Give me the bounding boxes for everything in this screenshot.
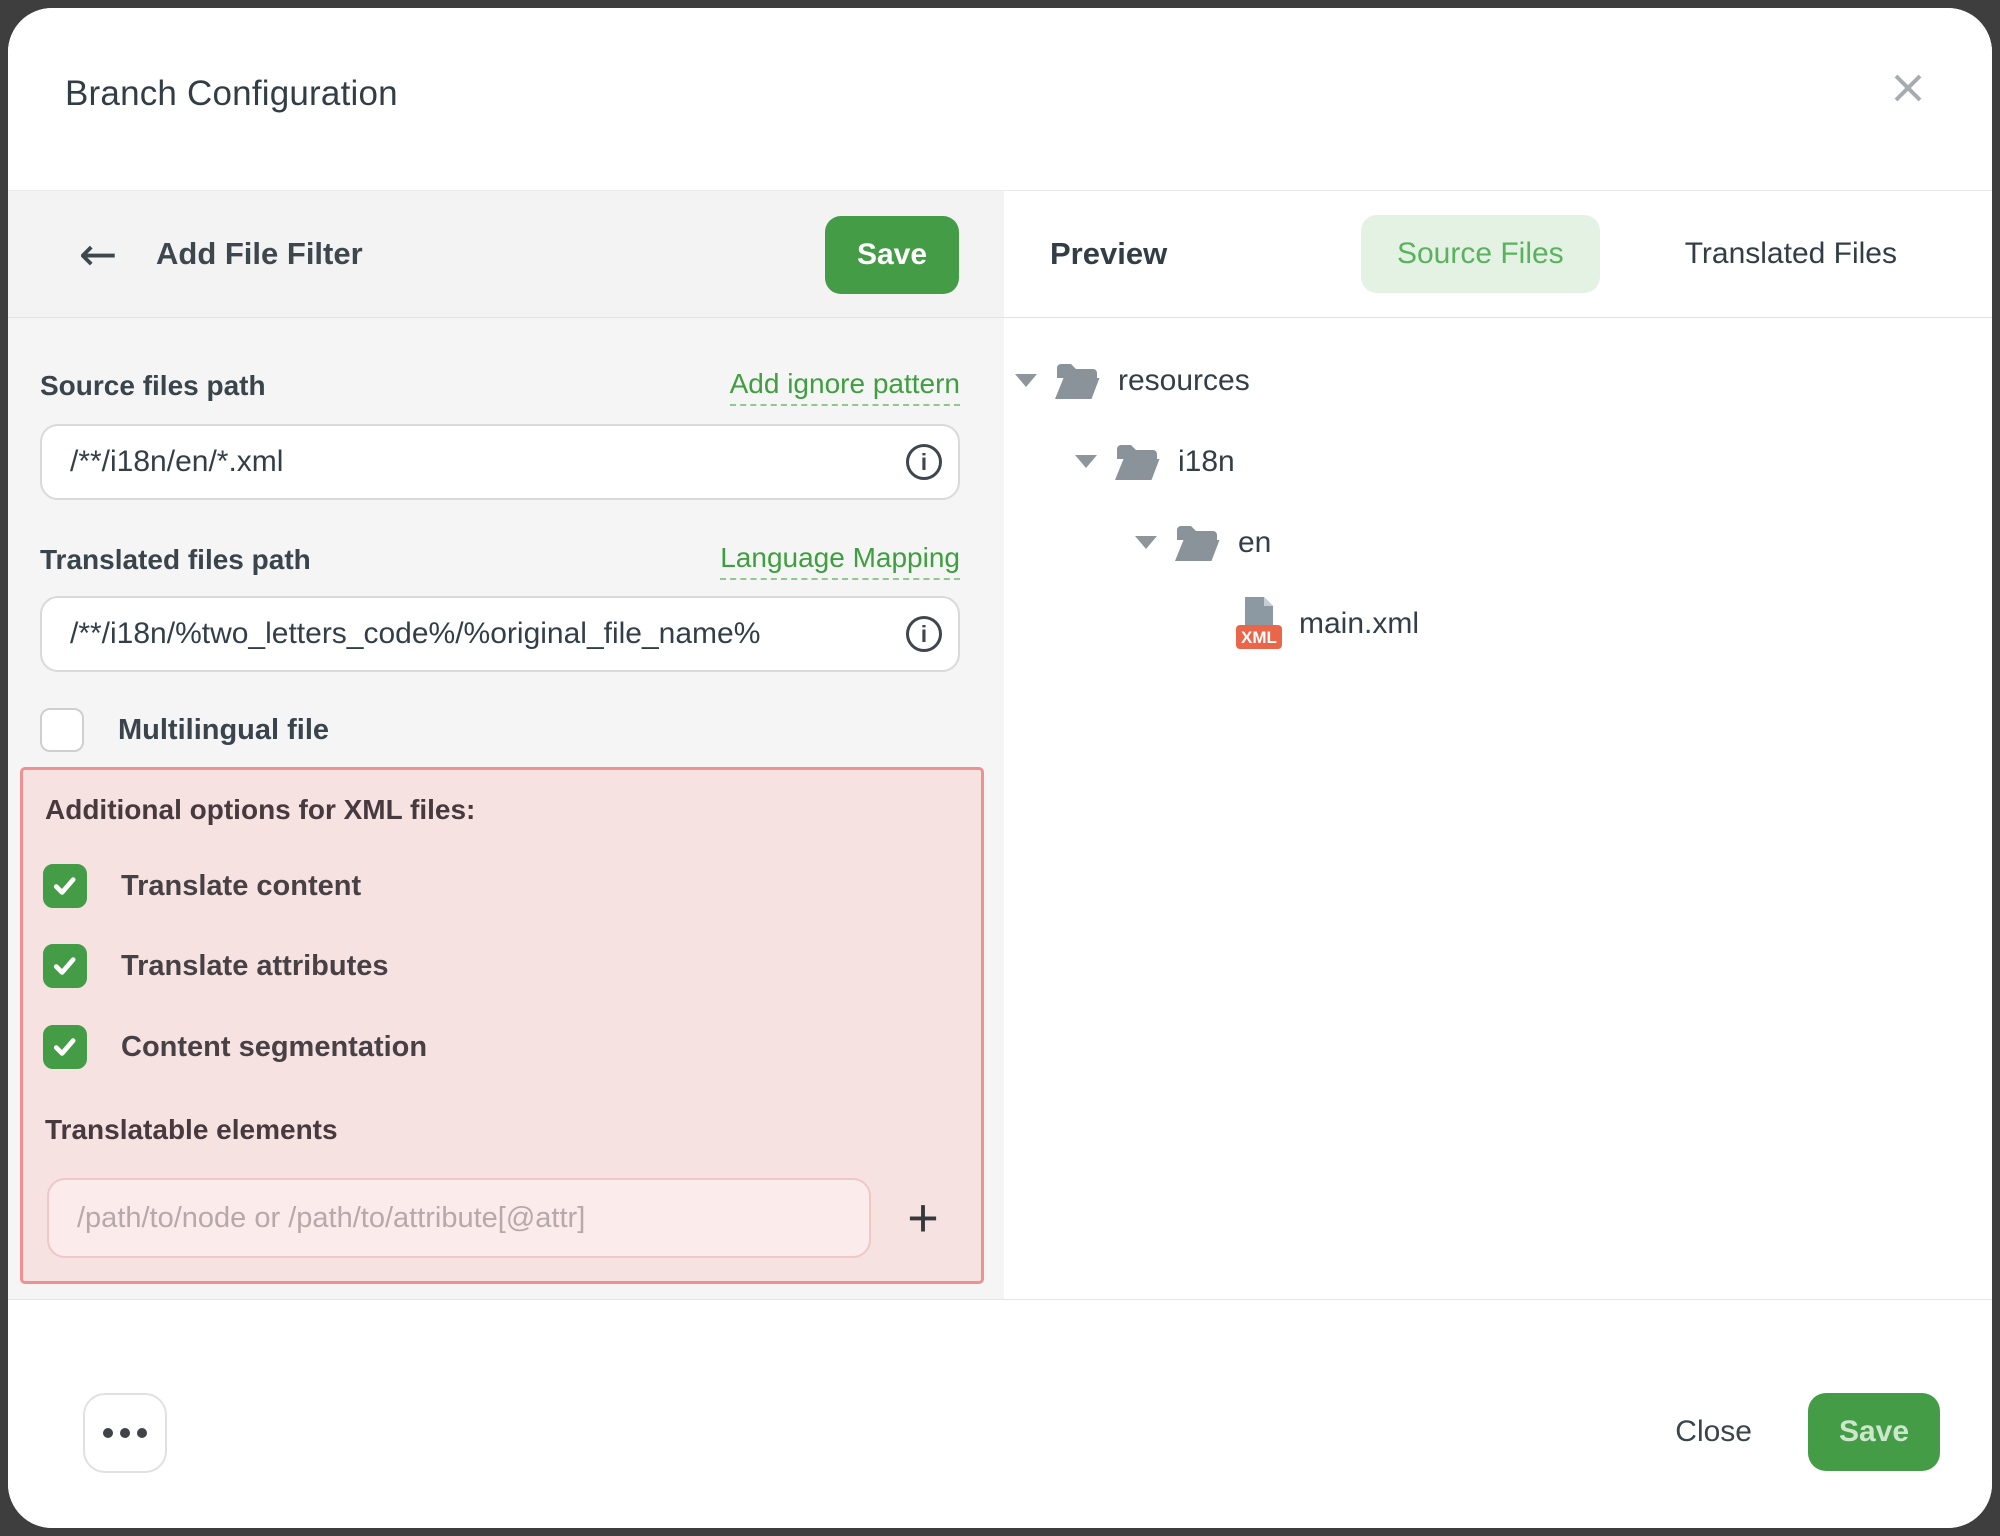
checkmark-icon bbox=[51, 952, 79, 980]
content-segmentation-row: Content segmentation bbox=[43, 1025, 427, 1069]
preview-tabs: Source Files Translated Files bbox=[1361, 191, 1933, 317]
preview-title: Preview bbox=[1050, 191, 1167, 317]
translate-attributes-checkbox[interactable] bbox=[43, 944, 87, 988]
more-options-button[interactable] bbox=[83, 1393, 167, 1473]
preview-toolbar: Preview Source Files Translated Files bbox=[1004, 191, 1992, 317]
content-segmentation-label: Content segmentation bbox=[121, 1031, 427, 1064]
source-path-input[interactable] bbox=[40, 424, 960, 500]
translate-attributes-row: Translate attributes bbox=[43, 944, 389, 988]
ellipsis-icon bbox=[120, 1428, 130, 1438]
translated-path-input[interactable] bbox=[40, 596, 960, 672]
checkmark-icon bbox=[51, 872, 79, 900]
add-translatable-element-button[interactable]: + bbox=[895, 1190, 951, 1246]
xml-options-heading: Additional options for XML files: bbox=[45, 794, 475, 826]
translatable-elements-label: Translatable elements bbox=[45, 1114, 338, 1146]
translated-path-info-icon[interactable]: i bbox=[906, 616, 942, 652]
file-tree: resources i18n en bbox=[1006, 318, 1992, 664]
svg-text:XML: XML bbox=[1241, 628, 1277, 647]
translated-path-label: Translated files path bbox=[40, 544, 311, 576]
folder-open-icon bbox=[1114, 442, 1160, 482]
add-ignore-pattern-link[interactable]: Add ignore pattern bbox=[730, 368, 960, 406]
filter-toolbar: ← Add File Filter Save bbox=[8, 191, 1004, 317]
multilingual-row: Multilingual file bbox=[40, 708, 329, 752]
close-text-button[interactable]: Close bbox=[1675, 1415, 1752, 1449]
tree-label: i18n bbox=[1178, 445, 1235, 479]
tree-label: main.xml bbox=[1299, 607, 1419, 641]
footer-actions: Close Save bbox=[1675, 1393, 1940, 1471]
folder-open-icon bbox=[1054, 361, 1100, 401]
checkmark-icon bbox=[51, 1033, 79, 1061]
folder-open-icon bbox=[1174, 523, 1220, 563]
ellipsis-icon bbox=[103, 1428, 113, 1438]
tree-row-main-xml[interactable]: XML main.xml bbox=[1006, 583, 1992, 664]
tab-source-files[interactable]: Source Files bbox=[1361, 215, 1600, 293]
translate-content-checkbox[interactable] bbox=[43, 864, 87, 908]
close-button[interactable] bbox=[1878, 58, 1938, 118]
chevron-down-icon[interactable] bbox=[1135, 536, 1157, 549]
tree-row-en[interactable]: en bbox=[1006, 502, 1992, 583]
tree-row-i18n[interactable]: i18n bbox=[1006, 421, 1992, 502]
ellipsis-icon bbox=[137, 1428, 147, 1438]
chevron-down-icon[interactable] bbox=[1015, 374, 1037, 387]
translate-content-label: Translate content bbox=[121, 870, 361, 903]
language-mapping-link[interactable]: Language Mapping bbox=[720, 542, 960, 580]
tab-translated-files[interactable]: Translated Files bbox=[1649, 215, 1933, 293]
modal-header: Branch Configuration bbox=[8, 8, 1992, 190]
footer-save-button[interactable]: Save bbox=[1808, 1393, 1940, 1471]
source-path-label: Source files path bbox=[40, 370, 266, 402]
translate-attributes-label: Translate attributes bbox=[121, 950, 389, 983]
page-title: Branch Configuration bbox=[65, 74, 398, 114]
file-filter-form: Source files path Add ignore pattern i T… bbox=[8, 318, 1004, 1299]
translate-content-row: Translate content bbox=[43, 864, 361, 908]
translatable-elements-input[interactable] bbox=[47, 1178, 871, 1258]
filter-title: Add File Filter bbox=[156, 191, 363, 317]
source-path-info-icon[interactable]: i bbox=[906, 444, 942, 480]
content-segmentation-checkbox[interactable] bbox=[43, 1025, 87, 1069]
tree-row-resources[interactable]: resources bbox=[1006, 340, 1992, 421]
back-arrow-icon: ← bbox=[79, 227, 118, 281]
back-button[interactable]: ← bbox=[68, 211, 128, 297]
chevron-down-icon[interactable] bbox=[1075, 455, 1097, 468]
filter-save-button[interactable]: Save bbox=[825, 216, 959, 294]
tree-label: resources bbox=[1118, 364, 1250, 398]
multilingual-checkbox[interactable] bbox=[40, 708, 84, 752]
xml-file-icon: XML bbox=[1235, 597, 1283, 650]
xml-options-section: Additional options for XML files: Transl… bbox=[20, 767, 984, 1284]
content-area: Source files path Add ignore pattern i T… bbox=[8, 318, 1992, 1299]
toolbar: ← Add File Filter Save Preview Source Fi… bbox=[8, 190, 1992, 318]
multilingual-label: Multilingual file bbox=[118, 714, 329, 747]
modal-footer: Close Save bbox=[8, 1299, 1992, 1528]
branch-configuration-modal: Branch Configuration ← Add File Filter S… bbox=[8, 8, 1992, 1528]
close-icon bbox=[1889, 69, 1927, 107]
tree-label: en bbox=[1238, 526, 1271, 560]
